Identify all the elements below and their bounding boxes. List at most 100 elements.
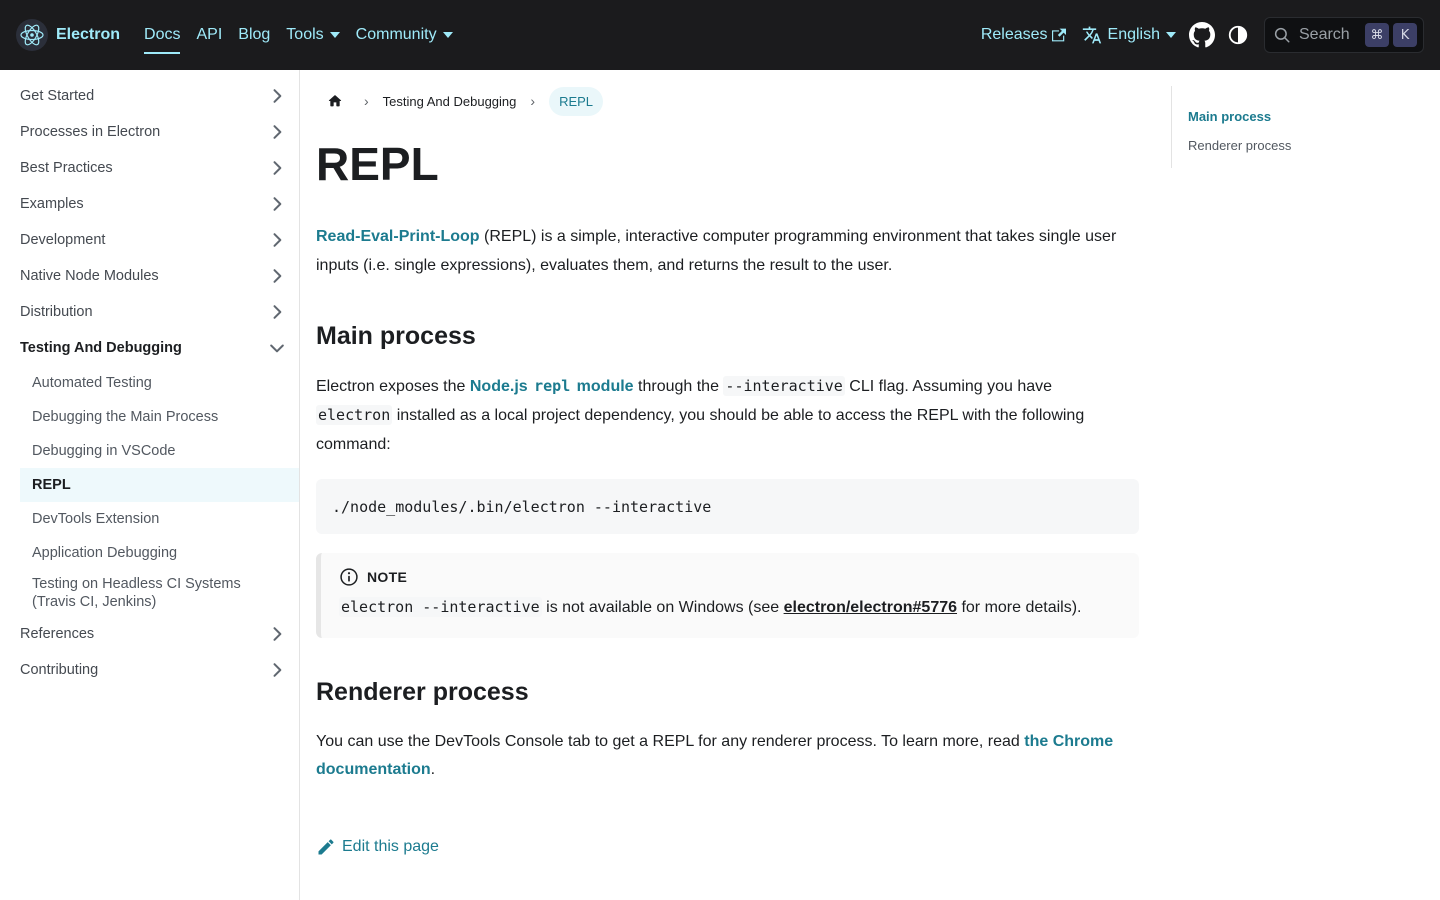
sidebar-item-label: References [20,626,95,642]
nav-community-dropdown[interactable]: Community [348,0,461,70]
chrome-link-text-1: the Chrome [1024,733,1114,750]
sidebar-subitem-repl[interactable]: REPL [20,468,299,502]
sidebar-item-development[interactable]: Development [0,222,299,258]
breadcrumb-home-link[interactable] [320,86,350,116]
home-icon [328,95,342,107]
toc-item-main-process[interactable]: Main process [1188,102,1411,131]
nav-tools-label: Tools [286,26,324,43]
github-icon [1189,22,1215,48]
sidebar-item-label: Get Started [20,88,95,104]
sidebar-item-best-practices[interactable]: Best Practices [0,150,299,186]
note-admonition: NOTE electron --interactive is not avail… [316,553,1139,638]
sidebar-subitem-label: Testing on Headless CI Systems (Travis C… [32,576,241,610]
node-repl-module-link[interactable]: Node.js repl module [469,377,634,395]
sidebar-item-contributing[interactable]: Contributing [0,652,299,688]
breadcrumb-separator-icon: › [364,93,369,109]
table-of-contents: Main process Renderer process [1171,86,1411,168]
sidebar-subitem-debugging-vscode[interactable]: Debugging in VSCode [0,434,299,468]
interactive-flag-code: --interactive [723,376,845,396]
sidebar-item-examples[interactable]: Examples [0,186,299,222]
node-repl-link-text-a: Node.js [469,378,533,395]
code-block-text: ./node_modules/.bin/electron --interacti… [332,497,712,516]
main-process-paragraph: Electron exposes the Node.js repl module… [316,372,1139,459]
chevron-right-icon [273,269,282,283]
docs-sidebar: Get Started Processes in Electron Best P… [0,70,300,900]
nav-community-label: Community [355,26,437,43]
nav-api-link[interactable]: API [188,0,230,70]
chevron-right-icon [273,627,282,641]
electron-inline-code: electron [316,405,393,425]
kbd-k: K [1393,23,1417,47]
code-block[interactable]: ./node_modules/.bin/electron --interacti… [316,479,1139,534]
nav-releases-link[interactable]: Releases [973,0,1074,70]
issue-5776-link[interactable]: electron/electron#5776 [784,599,957,616]
nav-tools-dropdown[interactable]: Tools [278,0,347,70]
sidebar-subitem-debugging-main-process[interactable]: Debugging the Main Process [0,400,299,434]
search-button[interactable]: Search ⌘ K [1264,17,1424,53]
caret-down-icon [1166,32,1176,38]
brand-link[interactable]: Electron [16,0,136,70]
page-title: REPL [316,138,439,190]
translate-icon [1082,26,1101,44]
theme-toggle-button[interactable] [1220,17,1256,53]
nav-docs-link[interactable]: Docs [136,0,188,70]
note-text-a: is not available on Windows (see [541,599,784,616]
renderer-text: You can use the DevTools Console tab to … [316,733,1025,750]
note-heading: NOTE [339,567,1121,587]
main-text-1b: through the [633,378,724,395]
search-placeholder: Search [1299,26,1350,43]
breadcrumb-parent-link[interactable]: Testing And Debugging [383,94,517,109]
sidebar-subitem-devtools-extension[interactable]: DevTools Extension [0,502,299,536]
sidebar-item-processes[interactable]: Processes in Electron [0,114,299,150]
sidebar-item-references[interactable]: References [0,616,299,652]
note-inline-code: electron --interactive [339,597,542,617]
sidebar-subitem-headless-ci[interactable]: Testing on Headless CI Systems (Travis C… [0,570,299,616]
sidebar-item-native-node-modules[interactable]: Native Node Modules [0,258,299,294]
repl-inline-code: repl [534,377,571,395]
top-navbar: Electron Docs API Blog Tools Community R… [0,0,1440,70]
heading-main-process: Main process [316,322,476,350]
github-link[interactable] [1184,17,1220,53]
info-circle-icon [340,568,358,586]
sidebar-item-label: Native Node Modules [20,268,159,284]
nav-blog-link[interactable]: Blog [230,0,278,70]
sidebar-item-label: Processes in Electron [20,124,161,140]
chevron-right-icon [273,89,282,103]
intro-text-2: inputs (i.e. single expressions), evalua… [316,257,893,274]
main-text-3: command: [316,436,391,453]
sidebar-item-label: Development [20,232,106,248]
breadcrumb-separator-icon: › [530,93,536,109]
sidebar-item-label: Contributing [20,662,99,678]
renderer-paragraph: You can use the DevTools Console tab to … [316,728,1139,784]
sidebar-subitem-application-debugging[interactable]: Application Debugging [0,536,299,570]
electron-logo-icon [16,19,48,51]
search-icon [1274,27,1290,43]
repl-wiki-link[interactable]: Read-Eval-Print-Loop [316,228,480,245]
sidebar-item-label: Examples [20,196,84,212]
navbar-right: Releases English Search ⌘ K [973,0,1424,70]
kbd-cmd: ⌘ [1365,23,1389,47]
sidebar-item-label: Testing And Debugging [20,340,182,356]
external-link-icon [1051,28,1066,42]
note-text-b: for more details). [957,599,1082,616]
language-label: English [1107,26,1160,43]
note-label: NOTE [367,569,408,585]
sidebar-item-distribution[interactable]: Distribution [0,294,299,330]
intro-paragraph: Read-Eval-Print-Loop (REPL) is a simple,… [316,222,1139,280]
language-dropdown[interactable]: English [1074,0,1184,70]
sidebar-item-testing-and-debugging[interactable]: Testing And Debugging [0,330,299,366]
main-text-2: installed as a local project dependency,… [392,407,1085,424]
intro-text-1: (REPL) is a simple, interactive computer… [479,228,1117,245]
brand-title: Electron [56,26,121,43]
sidebar-subitem-automated-testing[interactable]: Automated Testing [0,366,299,400]
chevron-down-icon [270,344,284,353]
edit-this-page-link[interactable]: Edit this page [316,837,1139,857]
chevron-right-icon [273,197,282,211]
chevron-right-icon [273,305,282,319]
contrast-icon [1228,25,1248,45]
caret-down-icon [329,32,340,38]
toc-item-renderer-process[interactable]: Renderer process [1188,131,1411,160]
sidebar-item-get-started[interactable]: Get Started [0,78,299,114]
heading-renderer-process: Renderer process [316,678,529,706]
breadcrumb: › Testing And Debugging › REPL [316,70,1139,132]
